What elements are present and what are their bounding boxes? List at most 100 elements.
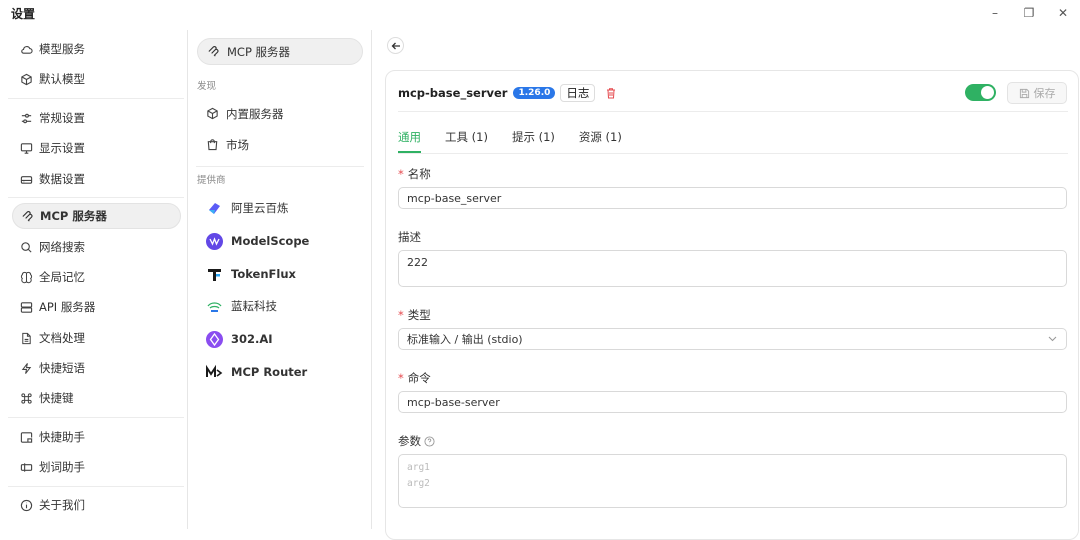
- nav-item-selection-assistant[interactable]: 划词助手: [12, 454, 181, 480]
- name-field[interactable]: mcp-base_server: [398, 187, 1067, 209]
- description-field[interactable]: 222: [398, 250, 1067, 287]
- server-icon: [20, 301, 33, 313]
- nav-item-document[interactable]: 文档处理: [12, 325, 181, 351]
- mcp-router-logo-icon: [206, 364, 223, 377]
- nav-item-general[interactable]: 常规设置: [12, 105, 181, 131]
- tab-prompts[interactable]: 提示 (1): [512, 129, 555, 153]
- provider-label: 302.AI: [231, 332, 273, 346]
- provider-label: 蓝耘科技: [231, 299, 277, 313]
- type-select[interactable]: 标准输入 / 输出 (stdio): [398, 328, 1067, 350]
- name-label: * 名称: [398, 166, 431, 182]
- cube-icon: [21, 73, 32, 85]
- cube-icon: [207, 107, 218, 120]
- nav-item-label: 快捷助手: [39, 430, 85, 444]
- nav-item-quick-phrases[interactable]: 快捷短语: [12, 355, 181, 381]
- window-title: 设置: [11, 6, 36, 21]
- mcp-icon: [208, 46, 219, 57]
- restore-button[interactable]: ❐: [1012, 0, 1046, 26]
- description-field-value: 222: [407, 256, 428, 269]
- lanyun-logo-icon: [207, 301, 222, 312]
- command-icon: [21, 392, 32, 404]
- text-select-icon: [20, 462, 33, 472]
- mcp-servers-label: MCP 服务器: [227, 44, 291, 59]
- providers-caption: 提供商: [197, 175, 226, 186]
- command-field-value: mcp-base-server: [407, 395, 500, 409]
- args-placeholder-line: arg1: [407, 462, 430, 473]
- nav-item-model-service[interactable]: 模型服务: [12, 36, 181, 62]
- header-divider: [398, 111, 1068, 112]
- nav-item-label: 全局记忆: [39, 270, 85, 284]
- name-label-text: 名称: [407, 167, 431, 181]
- tabs-divider: [398, 153, 1068, 154]
- provider-label: 阿里云百炼: [231, 201, 289, 215]
- nav-item-label: MCP 服务器: [40, 209, 107, 223]
- nav-item-label: 划词助手: [39, 460, 85, 474]
- command-field[interactable]: mcp-base-server: [398, 391, 1067, 413]
- nav-item-label: 快捷短语: [39, 361, 85, 375]
- log-button[interactable]: 日志: [560, 84, 596, 102]
- provider-item[interactable]: TokenFlux: [206, 264, 296, 284]
- nav-divider: [8, 417, 184, 418]
- nav-item-default-model[interactable]: 默认模型: [12, 66, 181, 92]
- server-enabled-toggle[interactable]: [965, 84, 996, 101]
- save-button[interactable]: 保存: [1007, 82, 1067, 104]
- trash-icon[interactable]: [605, 87, 617, 99]
- tab-tools[interactable]: 工具 (1): [445, 129, 488, 153]
- save-icon: [1019, 88, 1029, 98]
- cloud-icon: [21, 45, 33, 54]
- back-button[interactable]: [387, 37, 404, 54]
- nav-divider: [8, 486, 184, 487]
- tab-general[interactable]: 通用: [398, 129, 421, 153]
- minimize-button[interactable]: –: [978, 0, 1012, 26]
- name-field-value: mcp-base_server: [407, 191, 502, 205]
- shopping-bag-icon: [207, 139, 218, 151]
- provider-item[interactable]: 蓝耘科技: [206, 296, 277, 316]
- type-select-value: 标准输入 / 输出 (stdio): [407, 333, 523, 346]
- server-detail-card: mcp-base_server 1.26.0 日志 保存 通用 工具 (1) 提…: [385, 70, 1079, 540]
- tokenflux-logo-icon: [208, 268, 221, 281]
- mcp-submenu: MCP 服务器 发现 内置服务器 市场 提供商 阿里云百炼 ModelScope…: [188, 30, 372, 529]
- provider-label: TokenFlux: [231, 267, 296, 281]
- type-label-text: 类型: [407, 308, 431, 322]
- close-button[interactable]: ✕: [1046, 0, 1080, 26]
- mcp-icon: [22, 210, 33, 222]
- drive-icon: [20, 175, 33, 184]
- help-circle-icon[interactable]: [424, 435, 435, 447]
- mcp-servers-item[interactable]: MCP 服务器: [197, 38, 363, 65]
- nav-item-memory[interactable]: 全局记忆: [12, 264, 181, 290]
- nav-item-quick-assistant[interactable]: 快捷助手: [12, 424, 181, 450]
- nav-item-shortcuts[interactable]: 快捷键: [12, 385, 181, 411]
- search-icon: [21, 241, 32, 253]
- nav-item-label: 关于我们: [39, 498, 85, 512]
- brain-icon: [20, 271, 33, 283]
- nav-item-web-search[interactable]: 网络搜索: [12, 234, 181, 260]
- provider-item[interactable]: 302.AI: [206, 329, 273, 349]
- save-label: 保存: [1033, 87, 1056, 100]
- type-label: * 类型: [398, 307, 431, 323]
- tab-resources[interactable]: 资源 (1): [579, 129, 622, 153]
- toggle-knob: [981, 86, 994, 99]
- nav-item-display[interactable]: 显示设置: [12, 135, 181, 161]
- required-mark: *: [398, 308, 404, 322]
- nav-item-label: 快捷键: [39, 391, 74, 405]
- zap-icon: [21, 362, 32, 374]
- nav-item-about[interactable]: 关于我们: [12, 492, 181, 518]
- builtin-servers-label: 内置服务器: [226, 106, 284, 121]
- server-tabs: 通用 工具 (1) 提示 (1) 资源 (1): [398, 129, 646, 153]
- server-header: mcp-base_server 1.26.0 日志: [398, 83, 617, 103]
- nav-divider: [8, 98, 184, 99]
- info-icon: [20, 499, 33, 511]
- provider-item[interactable]: ModelScope: [206, 231, 309, 251]
- market-item[interactable]: 市场: [197, 131, 363, 158]
- restore-icon: ❐: [1023, 6, 1035, 20]
- nav-item-api-server[interactable]: API 服务器: [12, 294, 181, 320]
- nav-item-data[interactable]: 数据设置: [12, 166, 181, 192]
- builtin-servers-item[interactable]: 内置服务器: [197, 100, 363, 127]
- provider-item[interactable]: 阿里云百炼: [206, 198, 289, 218]
- args-textarea[interactable]: arg1 arg2: [398, 454, 1067, 508]
- provider-label: MCP Router: [231, 365, 308, 379]
- nav-divider: [8, 197, 184, 198]
- nav-item-mcp-servers[interactable]: MCP 服务器: [12, 203, 181, 229]
- document-icon: [22, 332, 31, 344]
- provider-item[interactable]: MCP Router: [206, 362, 307, 382]
